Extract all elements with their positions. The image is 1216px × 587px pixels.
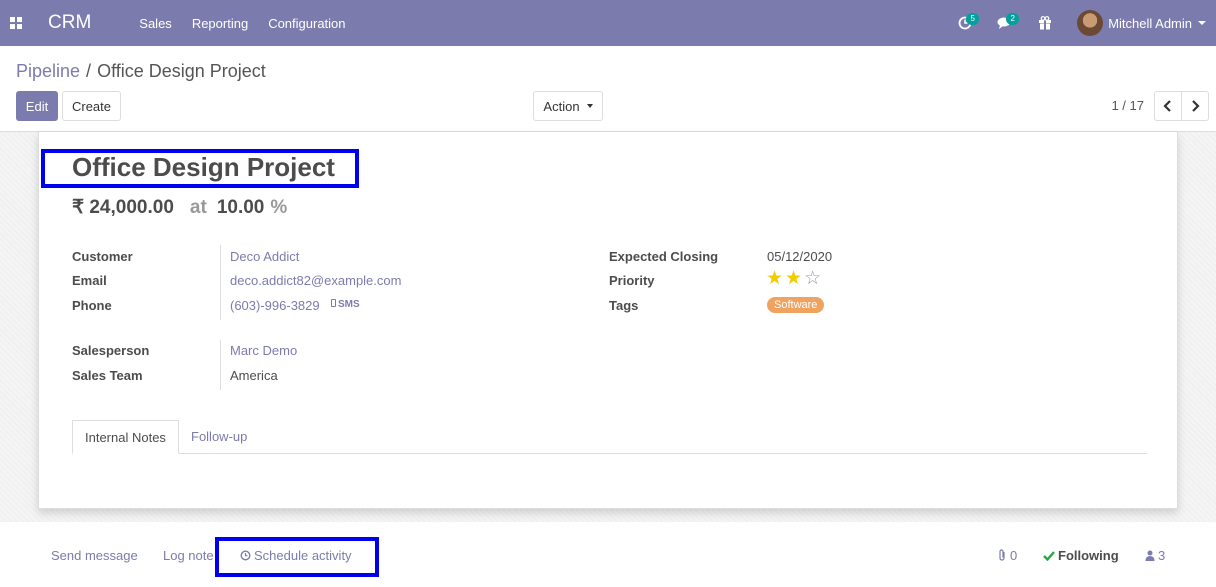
expected-revenue: ₹ 24,000.00 at 10.00 % <box>72 196 287 219</box>
gift-icon <box>1039 16 1052 30</box>
breadcrumb-separator: / <box>86 61 92 81</box>
chatter-bar: Send message Log note Schedule activity … <box>0 522 1216 587</box>
field-divider <box>220 340 221 390</box>
breadcrumb: Pipeline / Office Design Project <box>16 61 266 82</box>
customer-value[interactable]: Deco Addict <box>230 249 299 264</box>
sms-label: SMS <box>338 299 360 310</box>
star-filled-icon[interactable]: ★ <box>766 269 783 288</box>
create-button[interactable]: Create <box>62 91 121 121</box>
chevron-right-icon <box>1192 100 1200 112</box>
user-name[interactable]: Mitchell Admin <box>1108 16 1192 31</box>
email-value[interactable]: deco.addict82@example.com <box>230 273 401 288</box>
tab-follow-up[interactable]: Follow-up <box>179 420 259 454</box>
sales-team-label: Sales Team <box>72 368 143 383</box>
pager-next-button[interactable] <box>1181 91 1209 121</box>
following-label: Following <box>1058 548 1119 563</box>
phone-value[interactable]: (603)-996-3829 <box>230 298 320 313</box>
pager-previous-button[interactable] <box>1154 91 1182 121</box>
tab-internal-notes[interactable]: Internal Notes <box>72 420 179 454</box>
menu-configuration[interactable]: Configuration <box>268 16 345 31</box>
email-label: Email <box>72 273 107 288</box>
followers-count: 3 <box>1158 548 1166 563</box>
apps-menu-icon[interactable] <box>0 0 32 46</box>
probability-value: 10.00 <box>216 197 265 218</box>
attachments-count: 0 <box>1010 548 1018 563</box>
tag-software[interactable]: Software <box>767 297 825 313</box>
attachments-button[interactable]: 0 <box>997 548 1017 563</box>
messages-badge: 2 <box>1006 13 1020 25</box>
tags-label: Tags <box>609 298 639 313</box>
schedule-highlight-box <box>215 537 379 577</box>
user-menu-caret-icon[interactable] <box>1198 21 1206 25</box>
revenue-amount: ₹ 24,000.00 <box>72 197 174 218</box>
top-navbar: CRM Sales Reporting Configuration 5 2 Mi… <box>0 0 1216 46</box>
breadcrumb-current: Office Design Project <box>97 61 266 81</box>
customer-label: Customer <box>72 249 133 264</box>
salesperson-label: Salesperson <box>72 343 150 358</box>
activity-button[interactable]: 5 <box>945 0 985 46</box>
star-filled-icon[interactable]: ★ <box>785 269 802 288</box>
field-divider <box>220 245 221 320</box>
sales-team-value[interactable]: America <box>230 368 278 383</box>
gift-button[interactable] <box>1025 0 1065 46</box>
followers-button[interactable]: 3 <box>1145 548 1165 563</box>
activity-badge: 5 <box>966 13 980 25</box>
expected-closing-value[interactable]: 05/12/2020 <box>767 249 832 264</box>
breadcrumb-pipeline[interactable]: Pipeline <box>16 61 80 82</box>
send-message-button[interactable]: Send message <box>51 548 138 563</box>
form-sheet: Office Design Project ₹ 24,000.00 at 10.… <box>38 132 1178 509</box>
log-note-button[interactable]: Log note <box>163 548 214 563</box>
mobile-icon <box>331 299 336 307</box>
user-icon <box>1145 550 1155 561</box>
app-brand[interactable]: CRM <box>48 12 91 34</box>
menu-reporting[interactable]: Reporting <box>192 16 248 31</box>
pager-value[interactable]: 1 / 17 <box>1111 98 1144 113</box>
sms-button[interactable]: SMS <box>331 299 360 310</box>
star-empty-icon[interactable]: ☆ <box>804 269 821 288</box>
following-button[interactable]: Following <box>1043 548 1119 563</box>
user-avatar[interactable] <box>1077 10 1104 36</box>
chevron-down-icon <box>586 104 593 108</box>
action-dropdown[interactable]: Action <box>533 91 603 121</box>
action-label: Action <box>543 98 580 114</box>
control-panel: Pipeline / Office Design Project Edit Cr… <box>0 46 1216 132</box>
menu-sales[interactable]: Sales <box>139 16 172 31</box>
check-icon <box>1043 551 1055 562</box>
phone-label: Phone <box>72 298 112 313</box>
percent-sign: % <box>270 197 288 218</box>
title-highlight-box <box>41 149 359 188</box>
messages-button[interactable]: 2 <box>985 0 1025 46</box>
at-label: at <box>189 197 207 218</box>
salesperson-value[interactable]: Marc Demo <box>230 343 297 358</box>
chevron-left-icon <box>1163 100 1171 112</box>
expected-closing-label: Expected Closing <box>609 249 719 264</box>
priority-stars[interactable]: ★ ★ ☆ <box>766 269 823 288</box>
notebook-tabs: Internal Notes Follow-up <box>72 420 1147 454</box>
priority-label: Priority <box>609 273 655 288</box>
paperclip-icon <box>999 549 1005 561</box>
edit-button[interactable]: Edit <box>16 91 58 121</box>
